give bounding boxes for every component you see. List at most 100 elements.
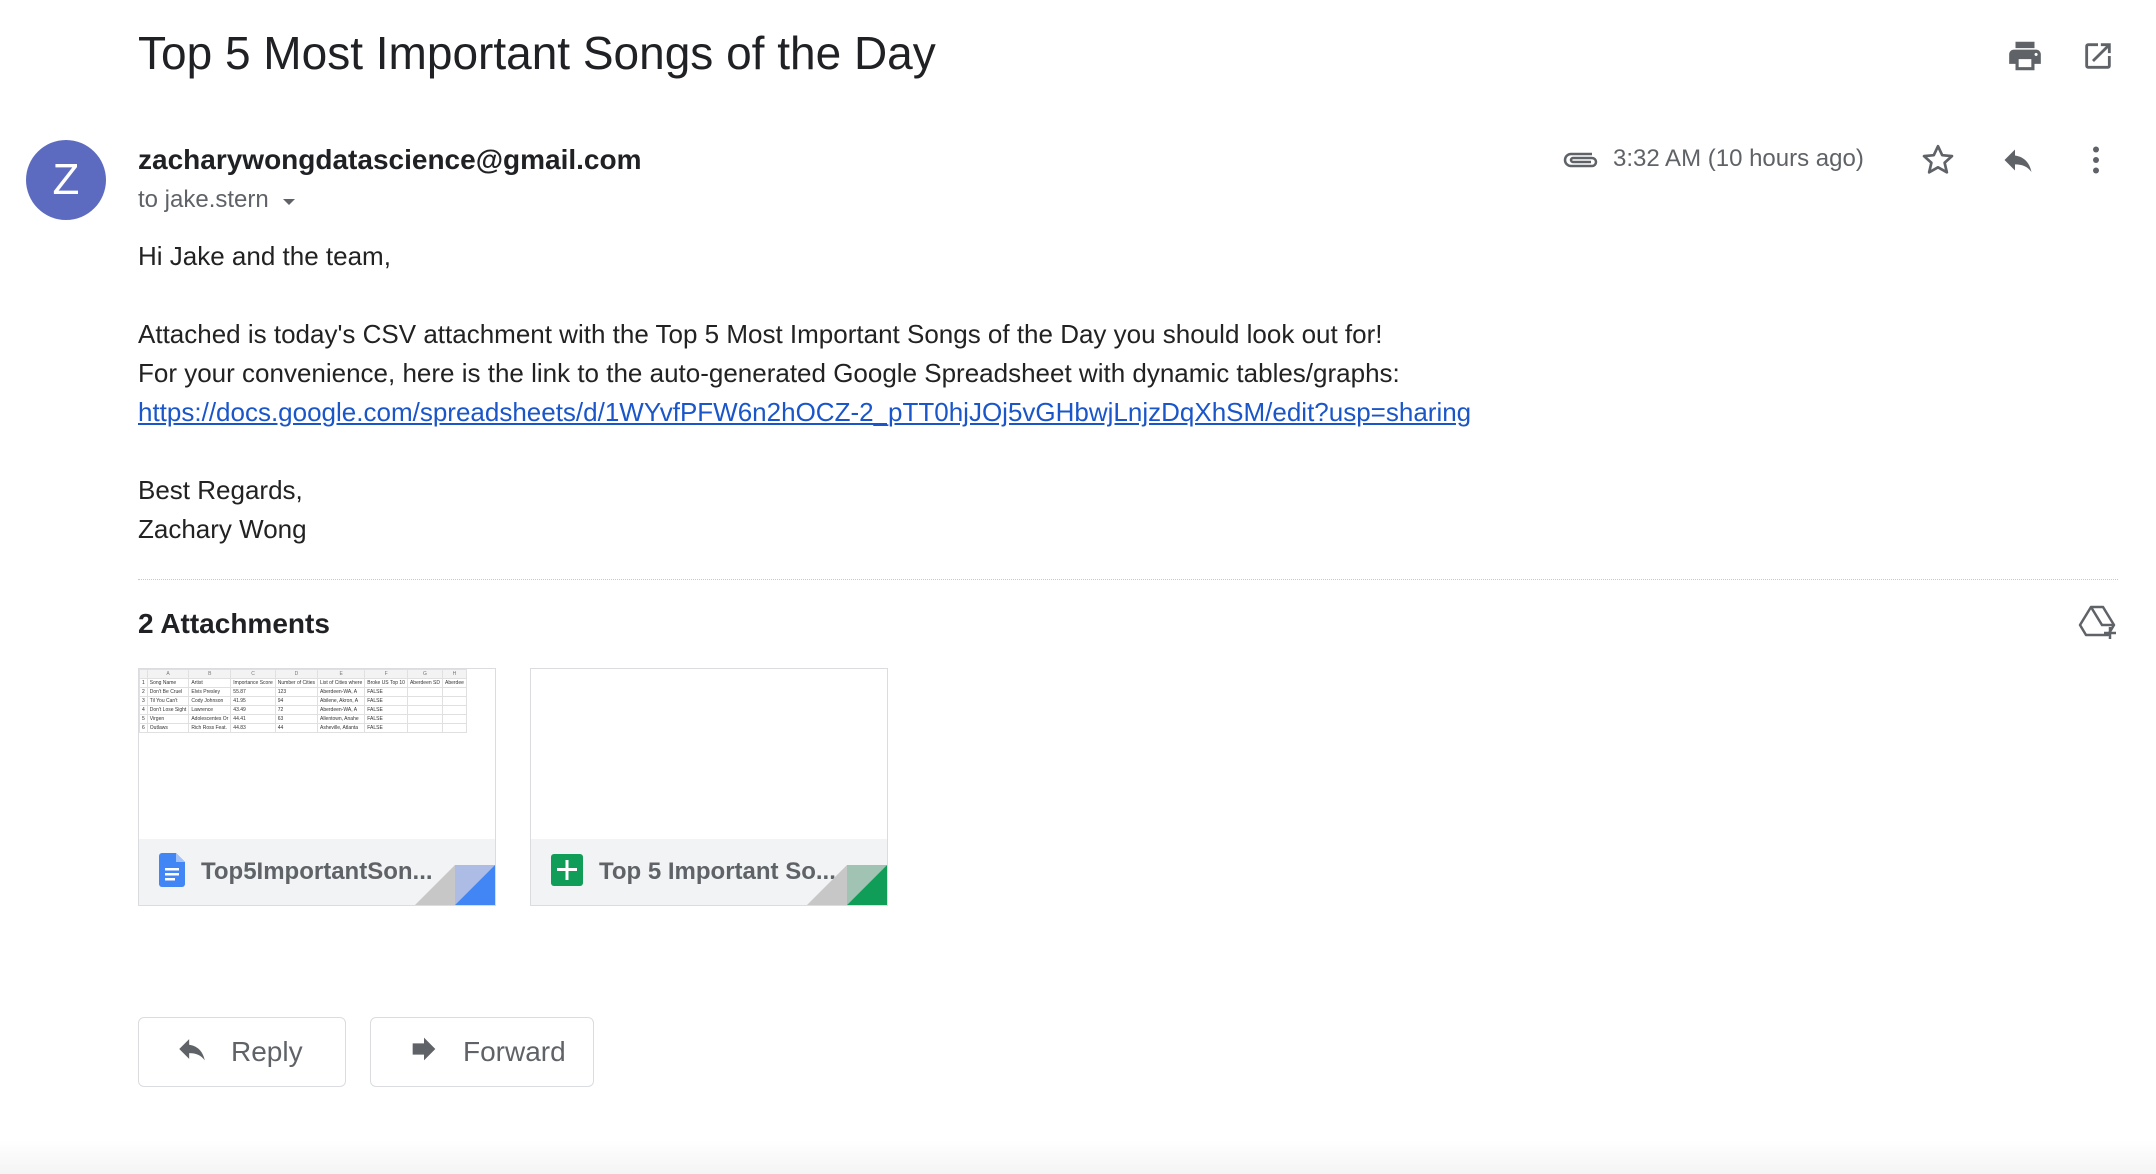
preview-cell (139, 669, 148, 679)
preview-cell: 4 (139, 705, 148, 715)
preview-cell: 123 (274, 687, 319, 697)
preview-cell: 44.41 (230, 714, 276, 724)
attachment-preview-thumbnail (531, 669, 887, 841)
preview-cell: FALSE (364, 687, 408, 697)
preview-cell: B (188, 669, 232, 679)
reply-label: Reply (231, 1036, 303, 1067)
body-greeting: Hi Jake and the team, (138, 241, 391, 271)
preview-cell: Don't Be Cruel (146, 687, 190, 697)
preview-cell: H (442, 669, 467, 679)
preview-cell: Aberdeen-WA, A (316, 687, 366, 697)
preview-cell: Don't Lose Sight (146, 705, 190, 715)
preview-cell: G (406, 669, 444, 679)
file-type-corner (807, 865, 887, 905)
preview-cell: Virgen (146, 714, 190, 724)
email-subject: Top 5 Most Important Songs of the Day (138, 27, 936, 79)
spreadsheet-link[interactable]: https://docs.google.com/spreadsheets/d/1… (138, 397, 1471, 428)
preview-cell: FALSE (364, 714, 408, 724)
preview-cell (406, 714, 444, 724)
preview-cell: C (230, 669, 276, 679)
preview-cell (442, 696, 467, 706)
preview-cell: 3 (139, 696, 148, 706)
preview-cell (442, 705, 467, 715)
preview-cell (406, 723, 444, 733)
attachment-preview-thumbnail: A B C D E F G H 1 Song Name Artist Impor… (139, 669, 495, 841)
preview-cell: Abilene, Akron, A (316, 696, 366, 706)
preview-cell: Allentown, Anahe (316, 714, 366, 724)
preview-row: 6 Outlaws Rich Ross Feat. 44.83 44 Asheville,… (139, 723, 467, 733)
preview-cell: 94 (274, 696, 319, 706)
preview-cell: Broke US Top 10 (364, 678, 408, 688)
preview-row: 3 Til You Can't Cody Johnson 41.95 94 Abilene… (139, 696, 467, 706)
preview-row: 4 Don't Lose Sight Lawrence 43.49 72 Aberdeen… (139, 705, 467, 715)
avatar: Z (26, 140, 106, 220)
preview-cell: FALSE (364, 723, 408, 733)
reply-button[interactable]: Reply (138, 1017, 346, 1087)
preview-cell: Adolescentes Or (188, 714, 232, 724)
preview-cell: 1 (139, 678, 148, 688)
preview-cell: Cody Johnson (188, 696, 232, 706)
preview-cell: FALSE (364, 696, 408, 706)
forward-button[interactable]: Forward (370, 1017, 594, 1087)
body-signature: Zachary Wong (138, 514, 307, 544)
attachment-clip-icon (1562, 145, 1600, 180)
preview-cell: 44.83 (230, 723, 276, 733)
recipient-label: to jake.stern (138, 186, 269, 213)
attachment-filename: Top 5 Important So... (599, 858, 836, 885)
attachment-card-csv[interactable]: A B C D E F G H 1 Song Name Artist Impor… (138, 668, 496, 906)
preview-cell: F (364, 669, 408, 679)
more-vert-icon[interactable] (2074, 138, 2118, 182)
preview-cell: 43.49 (230, 705, 276, 715)
sheets-icon (551, 853, 583, 891)
page-bottom-edge (0, 1140, 2156, 1174)
star-icon[interactable] (1916, 138, 1960, 182)
preview-cell: FALSE (364, 705, 408, 715)
preview-col-letters: A B C D E F G H (139, 669, 467, 679)
preview-row: 5 Virgen Adolescentes Or 44.41 63 Allentown, … (139, 714, 467, 724)
preview-cell: Number of Cities (274, 678, 319, 688)
preview-cell: Til You Can't (146, 696, 190, 706)
preview-cell (442, 687, 467, 697)
body-line-1: Attached is today's CSV attachment with … (138, 319, 1383, 349)
preview-cell: List of Cities where (316, 678, 366, 688)
attachments-title: 2 Attachments (138, 608, 330, 639)
preview-cell: 2 (139, 687, 148, 697)
preview-cell: 5 (139, 714, 148, 724)
attachment-card-spreadsheet[interactable]: Top 5 Important So... (530, 668, 888, 906)
preview-cell (406, 705, 444, 715)
chevron-down-icon[interactable] (281, 186, 297, 214)
preview-table: A B C D E F G H 1 Song Name Artist Impor… (139, 669, 467, 733)
recipient-line[interactable]: to jake.stern (138, 186, 297, 214)
save-to-drive-icon[interactable] (2076, 600, 2120, 644)
preview-cell (406, 696, 444, 706)
docs-icon (159, 852, 185, 892)
preview-cell: Aberdeen-WA, A (316, 705, 366, 715)
preview-cell (442, 723, 467, 733)
preview-cell: 6 (139, 723, 148, 733)
body-closing: Best Regards, (138, 475, 303, 505)
preview-cell: D (274, 669, 319, 679)
forward-label: Forward (463, 1036, 566, 1067)
preview-cell: Aberdee (442, 678, 467, 688)
preview-cell: 44 (274, 723, 319, 733)
preview-cell: Asheville, Atlanta (316, 723, 366, 733)
preview-cell: Elvis Presley (188, 687, 232, 697)
preview-cell: Importance Score (230, 678, 276, 688)
preview-cell: Song Name (146, 678, 190, 688)
preview-row: 2 Don't Be Cruel Elvis Presley 55.87 123 Aber… (139, 687, 467, 697)
reply-icon[interactable] (1996, 138, 2040, 182)
open-in-new-window-icon[interactable] (2076, 34, 2120, 78)
sender-email[interactable]: zacharywongdatascience@gmail.com (138, 144, 641, 176)
preview-cell: A (146, 669, 190, 679)
reply-icon (175, 1032, 209, 1073)
timestamp: 3:32 AM (10 hours ago) (1613, 145, 1864, 172)
preview-cell: E (316, 669, 366, 679)
preview-cell (406, 687, 444, 697)
preview-cell: Rich Ross Feat. (188, 723, 232, 733)
forward-icon (407, 1032, 441, 1073)
preview-header-row: 1 Song Name Artist Importance Score Numb… (139, 678, 467, 688)
preview-cell: 72 (274, 705, 319, 715)
attachment-filename: Top5ImportantSon... (201, 858, 433, 885)
preview-cell: Artist (188, 678, 232, 688)
print-icon[interactable] (2003, 34, 2047, 78)
